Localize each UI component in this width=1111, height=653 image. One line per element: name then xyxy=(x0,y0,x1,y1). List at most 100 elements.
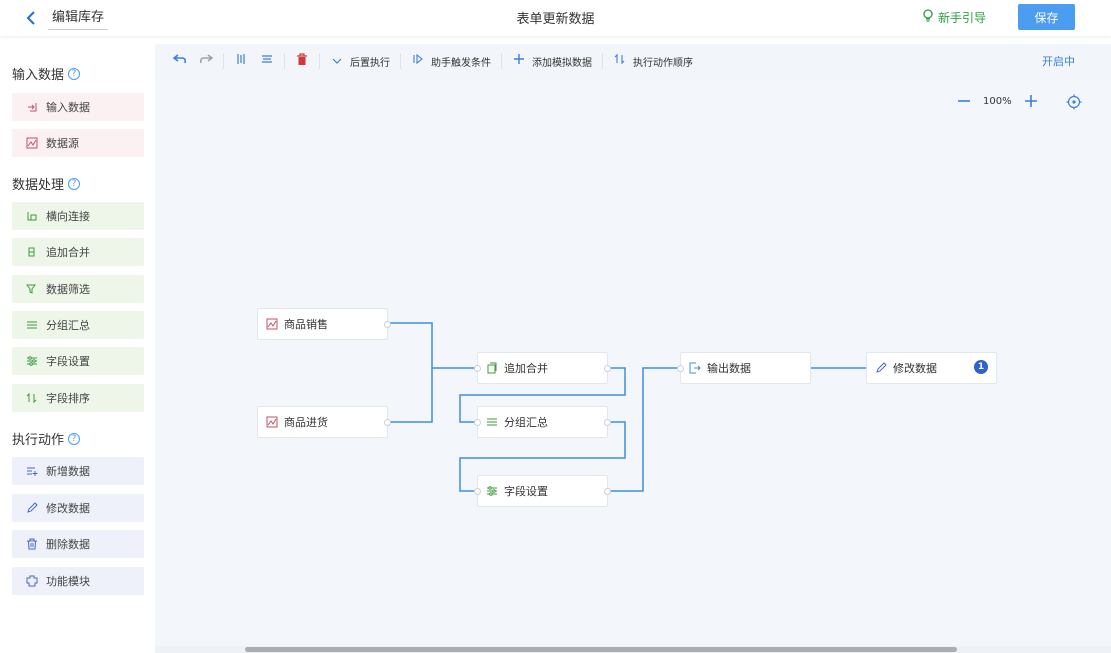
status-toggle[interactable]: 开启中 xyxy=(1042,53,1075,69)
section-title-label: 数据处理 xyxy=(12,178,65,193)
list-icon xyxy=(486,416,498,428)
palette-item-label: 追加合并 xyxy=(46,246,90,259)
palette-item-field-settings[interactable]: 字段设置 xyxy=(12,347,144,375)
edit-icon xyxy=(26,502,38,514)
section-title-label: 输入数据 xyxy=(12,68,65,83)
output-port[interactable] xyxy=(384,321,391,328)
help-icon[interactable]: ? xyxy=(68,177,81,190)
join-icon xyxy=(26,210,38,222)
sort-icon xyxy=(26,392,38,404)
node-label: 修改数据 xyxy=(893,362,937,375)
trash-icon xyxy=(26,538,38,550)
input-port[interactable] xyxy=(474,419,481,426)
flow-node-group-sum[interactable]: 分组汇总 xyxy=(474,406,611,438)
output-port[interactable] xyxy=(604,365,611,372)
post-exec-dropdown[interactable]: 后置执行 xyxy=(320,51,400,71)
module-icon xyxy=(26,575,38,587)
delete-node-button[interactable] xyxy=(285,51,319,71)
align-vertical-button[interactable] xyxy=(224,51,258,71)
node-label: 商品进货 xyxy=(284,416,328,429)
chevron-down-icon xyxy=(330,54,344,69)
append-icon xyxy=(486,362,498,374)
palette-item-filter[interactable]: 数据筛选 xyxy=(12,275,144,303)
chart-icon xyxy=(266,416,278,428)
sliders-icon xyxy=(26,355,38,367)
palette-item-label: 字段设置 xyxy=(46,355,90,368)
filter-icon xyxy=(26,283,38,295)
page-name-input[interactable]: 编辑库存 xyxy=(48,6,109,30)
play-step-icon xyxy=(411,53,425,69)
guide-label: 新手引导 xyxy=(938,11,987,25)
palette-item-label: 分组汇总 xyxy=(46,319,90,332)
input-port[interactable] xyxy=(474,365,481,372)
palette-item-edit-data[interactable]: 修改数据 xyxy=(12,494,144,522)
add-mock-data-button[interactable]: 添加模拟数据 xyxy=(502,51,602,71)
chevron-left-icon[interactable] xyxy=(22,8,42,28)
zoom-level: 100% xyxy=(983,95,1012,107)
node-label: 商品销售 xyxy=(284,318,328,331)
help-icon[interactable]: ? xyxy=(68,432,81,445)
input-port[interactable] xyxy=(677,365,684,372)
section-title-label: 执行动作 xyxy=(12,433,65,448)
align-vertical-icon xyxy=(234,53,248,69)
help-icon[interactable]: ? xyxy=(68,67,81,80)
trash-icon xyxy=(295,52,309,70)
palette-item-label: 数据筛选 xyxy=(46,283,90,296)
trigger-condition-button[interactable]: 助手触发条件 xyxy=(401,51,501,71)
node-label: 追加合并 xyxy=(504,362,548,375)
output-port[interactable] xyxy=(384,419,391,426)
section-title-actions: 执行动作 ? xyxy=(12,429,81,448)
undo-icon xyxy=(172,53,187,69)
output-port[interactable] xyxy=(604,419,611,426)
locate-icon[interactable] xyxy=(1066,94,1082,110)
redo-button[interactable] xyxy=(197,51,223,71)
align-horizontal-button[interactable] xyxy=(258,51,284,71)
palette-item-add-data[interactable]: 新增数据 xyxy=(12,457,144,485)
sliders-icon xyxy=(486,485,498,497)
palette-item-data-source[interactable]: 数据源 xyxy=(12,129,144,157)
palette-item-label: 横向连接 xyxy=(46,210,90,223)
palette-item-group-sum[interactable]: 分组汇总 xyxy=(12,311,144,339)
palette-item-module[interactable]: 功能模块 xyxy=(12,567,144,595)
zoom-controls: 100% xyxy=(955,92,1040,110)
palette-item-input-data[interactable]: 输入数据 xyxy=(12,93,144,121)
action-order-button[interactable]: 执行动作顺序 xyxy=(603,51,703,71)
chart-icon xyxy=(26,137,38,149)
chart-icon xyxy=(266,318,278,330)
lightbulb-icon xyxy=(922,9,934,26)
flow-node-field-settings[interactable]: 字段设置 xyxy=(474,475,611,507)
palette-item-field-sort[interactable]: 字段排序 xyxy=(12,384,144,412)
action-order-label: 执行动作顺序 xyxy=(633,57,693,69)
palette-item-label: 删除数据 xyxy=(46,538,90,551)
horizontal-scrollbar[interactable] xyxy=(155,646,1111,653)
scrollbar-thumb[interactable] xyxy=(245,647,957,652)
align-horizontal-icon xyxy=(260,53,274,69)
palette-item-label: 字段排序 xyxy=(46,392,90,405)
top-bar: 编辑库存 表单更新数据 新手引导 保存 xyxy=(0,0,1111,36)
canvas-toolbar: 后置执行 助手触发条件 添加模拟数据 执行动作顺序 开启中 xyxy=(155,44,1111,78)
palette-item-label: 输入数据 xyxy=(46,101,90,114)
palette-item-join[interactable]: 横向连接 xyxy=(12,202,144,230)
zoom-out-button[interactable] xyxy=(955,92,973,110)
palette-item-append[interactable]: 追加合并 xyxy=(12,238,144,266)
edit-icon xyxy=(875,362,887,374)
guide-link[interactable]: 新手引导 xyxy=(922,9,986,26)
add-list-icon xyxy=(26,465,38,477)
undo-button[interactable] xyxy=(155,51,197,71)
plus-icon xyxy=(512,53,526,69)
flow-node-append[interactable]: 追加合并 xyxy=(474,352,611,384)
append-icon xyxy=(26,246,38,258)
output-port[interactable] xyxy=(604,488,611,495)
palette-item-label: 功能模块 xyxy=(46,575,90,588)
sort-icon xyxy=(613,53,627,69)
palette-item-label: 数据源 xyxy=(46,137,79,150)
input-port[interactable] xyxy=(474,488,481,495)
flow-node-purchase[interactable]: 商品进货 xyxy=(257,406,391,438)
palette-item-delete-data[interactable]: 删除数据 xyxy=(12,530,144,558)
flow-node-output[interactable]: 输出数据 xyxy=(677,352,811,384)
palette-item-label: 新增数据 xyxy=(46,465,90,478)
flow-node-sales[interactable]: 商品销售 xyxy=(257,308,391,340)
node-label: 输出数据 xyxy=(707,362,751,375)
zoom-in-button[interactable] xyxy=(1022,92,1040,110)
save-button[interactable]: 保存 xyxy=(1018,4,1075,30)
